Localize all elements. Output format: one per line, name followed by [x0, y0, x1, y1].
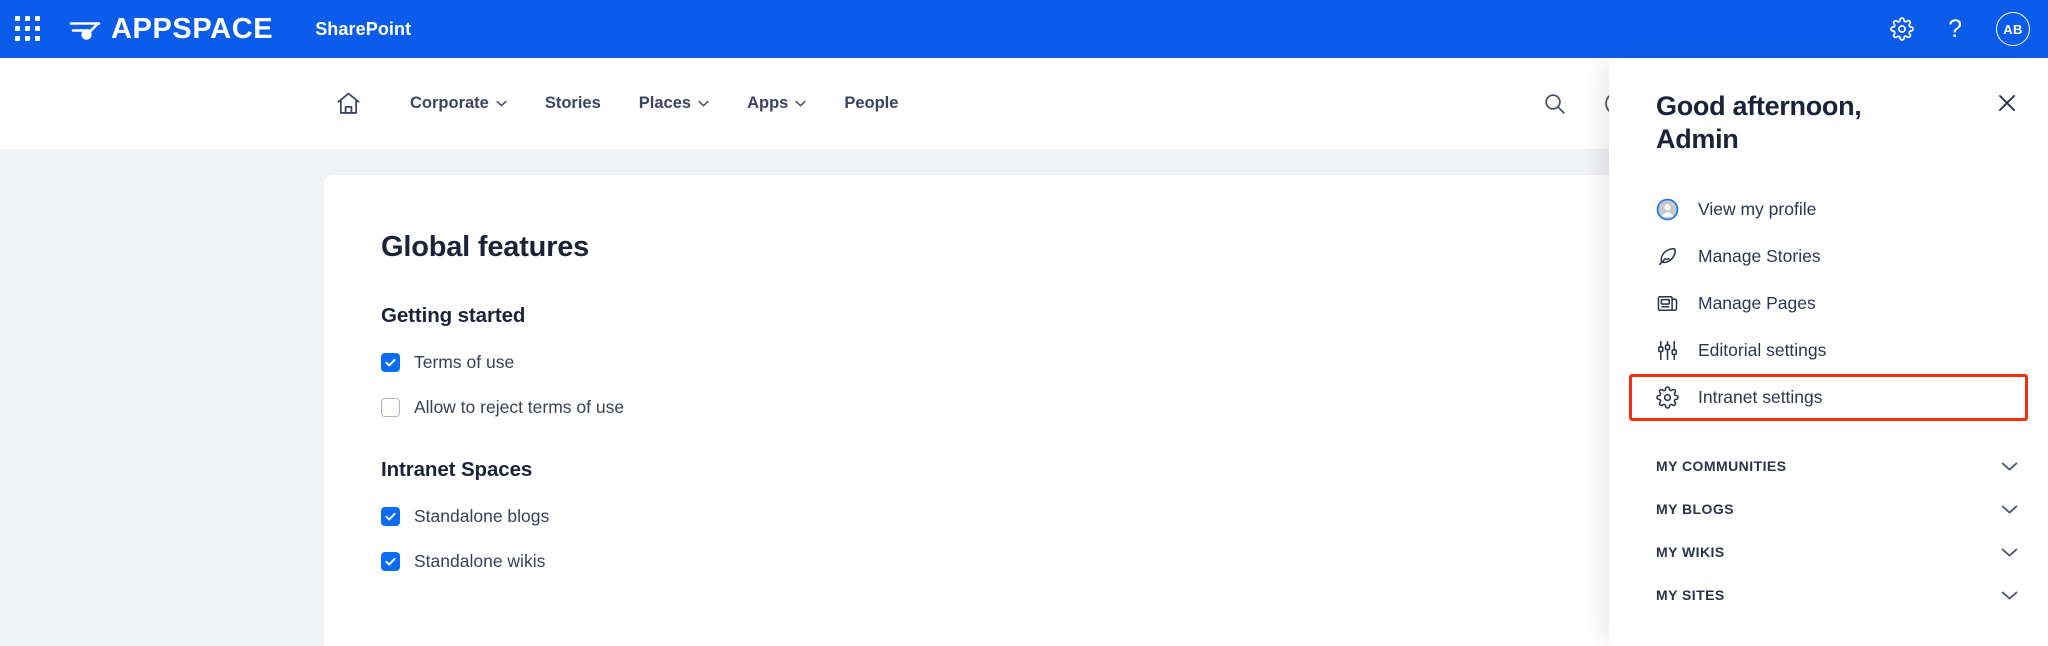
greeting-title: Good afternoon, Admin: [1656, 90, 1916, 156]
search-icon[interactable]: [1542, 91, 1567, 116]
checkbox-unchecked-icon[interactable]: [381, 398, 400, 417]
menu-item-view-my-profile[interactable]: View my profile: [1629, 186, 2028, 233]
brand-name: APPSPACE: [111, 12, 274, 45]
checkbox-checked-icon[interactable]: [381, 353, 400, 372]
nav-item-label: Stories: [544, 94, 601, 112]
nav-links: Corporate Stories Places Apps People: [410, 94, 898, 113]
menu-item-label: Manage Stories: [1698, 245, 1821, 266]
page-title: Global features: [381, 231, 590, 263]
menu-item-label: Manage Pages: [1698, 292, 1816, 313]
checkbox-checked-icon[interactable]: [381, 507, 400, 526]
chevron-down-icon[interactable]: [2001, 504, 2018, 515]
menu-item-manage-stories[interactable]: Manage Stories: [1629, 233, 2028, 280]
nav-item-stories[interactable]: Stories: [545, 94, 601, 113]
section-title: Getting started: [381, 304, 526, 327]
checkbox-label: Standalone wikis: [414, 551, 546, 571]
top-brand-bar: APPSPACE SharePoint ? AB: [0, 0, 2048, 58]
gear-icon: [1656, 386, 1679, 409]
settings-section-getting-started: Getting started Terms of use Allow to re…: [381, 304, 1614, 418]
chevron-down-icon: [795, 100, 806, 107]
section-my-wikis[interactable]: MY WIKIS: [1656, 531, 2018, 574]
panel-menu: View my profile Manage Stories Manage Pa…: [1609, 186, 2048, 421]
section-label: MY WIKIS: [1656, 544, 1725, 561]
menu-item-label: Editorial settings: [1698, 339, 1827, 360]
chevron-down-icon[interactable]: [2001, 590, 2018, 601]
nav-item-places[interactable]: Places: [639, 94, 709, 113]
nav-item-label: People: [844, 94, 899, 112]
checkbox-label: Terms of use: [414, 352, 515, 372]
section-label: MY BLOGS: [1656, 501, 1735, 518]
panel-collapsible-sections: MY COMMUNITIES MY BLOGS MY WIKIS MY SITE…: [1609, 445, 2048, 617]
app-launcher-grid-icon[interactable]: [15, 16, 41, 42]
section-label: MY COMMUNITIES: [1656, 458, 1787, 475]
global-features-card: Global features Getting started Terms of…: [324, 175, 1614, 646]
checkbox-label: Standalone blogs: [414, 506, 550, 526]
nav-item-people[interactable]: People: [844, 94, 898, 113]
greeting-line-1: Good afternoon,: [1656, 91, 1862, 121]
chevron-down-icon: [698, 100, 709, 107]
home-icon[interactable]: [335, 90, 362, 117]
nav-item-corporate[interactable]: Corporate: [410, 94, 507, 113]
nav-item-label: Places: [638, 94, 692, 112]
menu-item-editorial-settings[interactable]: Editorial settings: [1629, 327, 2028, 374]
section-label: MY SITES: [1656, 587, 1725, 604]
user-menu-panel: Good afternoon, Admin View my profile Ma…: [1609, 58, 2048, 646]
checkbox-checked-icon[interactable]: [381, 552, 400, 571]
sliders-icon: [1656, 339, 1679, 362]
nav-item-label: Corporate: [410, 94, 489, 112]
app-name-label: SharePoint: [315, 18, 412, 39]
topbar-actions: ? AB: [1890, 0, 2030, 58]
greeting-line-2: Admin: [1656, 123, 1739, 154]
checkbox-row-standalone-blogs[interactable]: Standalone blogs: [381, 506, 1614, 527]
checkbox-label: Allow to reject terms of use: [414, 397, 625, 417]
menu-item-label: View my profile: [1698, 198, 1817, 219]
nav-item-apps[interactable]: Apps: [747, 94, 806, 113]
chevron-down-icon[interactable]: [2001, 547, 2018, 558]
section-title: Intranet Spaces: [381, 458, 533, 481]
section-my-communities[interactable]: MY COMMUNITIES: [1656, 445, 2018, 488]
avatar[interactable]: AB: [1996, 12, 2030, 46]
checkbox-row-standalone-wikis[interactable]: Standalone wikis: [381, 551, 1614, 572]
section-my-blogs[interactable]: MY BLOGS: [1656, 488, 2018, 531]
close-icon[interactable]: [1994, 90, 2020, 116]
feather-pen-icon: [1656, 245, 1679, 268]
nav-item-label: Apps: [747, 94, 789, 112]
appspace-swoosh-logo: [69, 22, 101, 40]
question-mark-icon[interactable]: ?: [1948, 16, 1962, 42]
menu-item-manage-pages[interactable]: Manage Pages: [1629, 280, 2028, 327]
appspace-logo[interactable]: APPSPACE: [69, 14, 273, 44]
settings-section-intranet-spaces: Intranet Spaces Standalone blogs Standal…: [381, 458, 1614, 572]
menu-item-intranet-settings[interactable]: Intranet settings: [1629, 373, 2028, 421]
checkbox-row-allow-reject-terms[interactable]: Allow to reject terms of use: [381, 397, 1614, 418]
checkbox-row-terms-of-use[interactable]: Terms of use: [381, 352, 1614, 373]
pages-news-icon: [1656, 292, 1679, 315]
chevron-down-icon[interactable]: [2001, 461, 2018, 472]
section-my-sites[interactable]: MY SITES: [1656, 574, 2018, 617]
menu-item-label: Intranet settings: [1698, 386, 1823, 407]
gear-icon[interactable]: [1890, 17, 1914, 41]
chevron-down-icon: [496, 100, 507, 107]
user-avatar-icon: [1656, 198, 1679, 221]
app-root: APPSPACE SharePoint ? AB Corporate Stori…: [0, 0, 2048, 646]
panel-header: Good afternoon, Admin: [1609, 58, 2048, 156]
